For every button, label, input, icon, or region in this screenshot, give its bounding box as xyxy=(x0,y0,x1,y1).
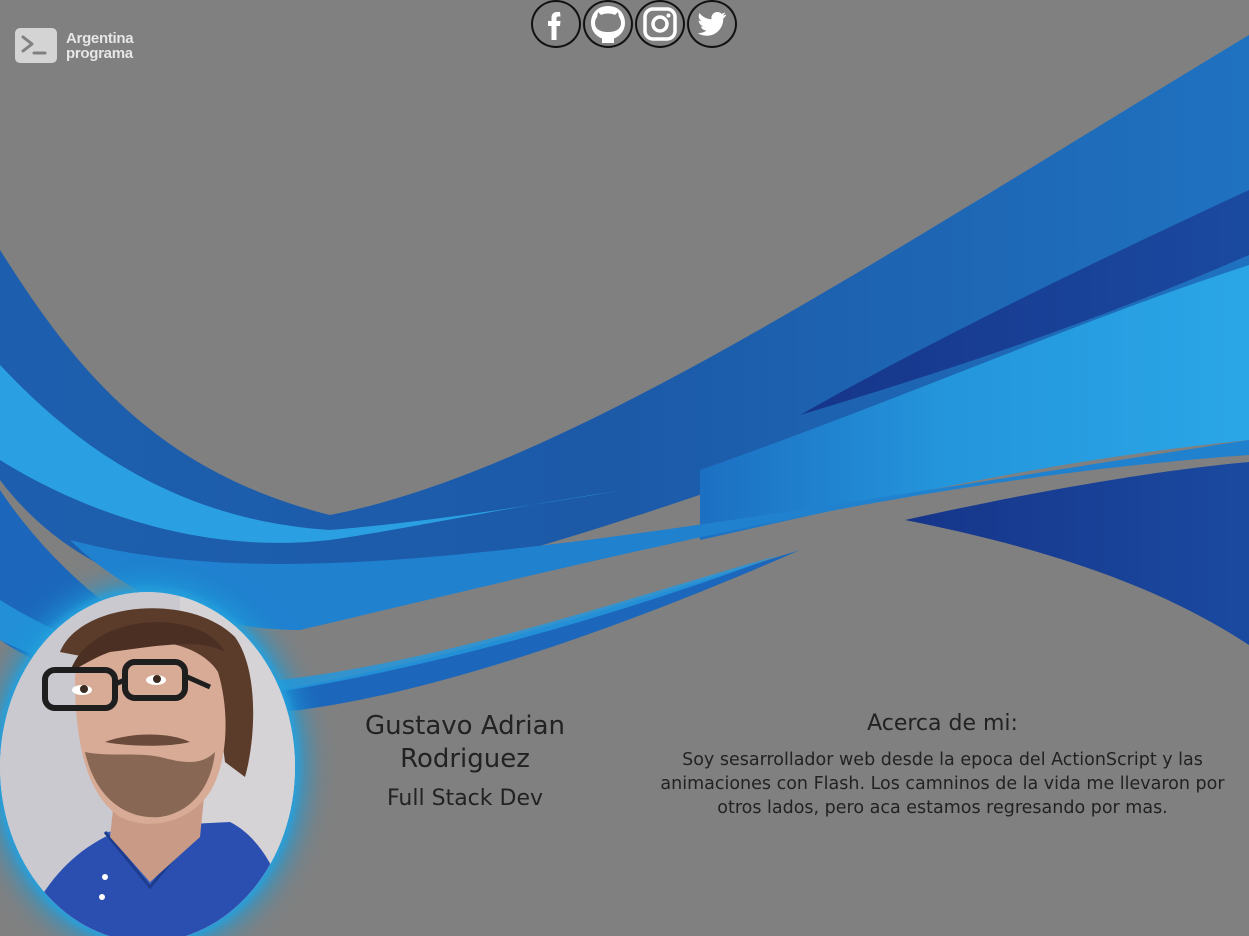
profile-name-line1: Gustavo Adrian xyxy=(364,711,565,741)
social-links xyxy=(531,0,737,48)
instagram-link[interactable] xyxy=(635,0,685,48)
about-text: Soy sesarrollador web desde la epoca del… xyxy=(660,750,1225,818)
facebook-icon xyxy=(548,12,561,40)
twitter-icon xyxy=(697,12,726,36)
github-icon xyxy=(591,6,625,43)
argentina-programa-logo[interactable]: Argentina programa xyxy=(15,28,134,63)
logo-text: Argentina programa xyxy=(66,29,134,62)
profile-role: Full Stack Dev xyxy=(386,786,543,811)
person-portrait xyxy=(0,592,295,936)
profile-name-line2: Rodriguez xyxy=(400,744,530,774)
terminal-icon xyxy=(15,28,57,63)
about-title: Acerca de mi: xyxy=(867,711,1018,736)
github-link[interactable] xyxy=(583,0,633,48)
facebook-link[interactable] xyxy=(531,0,581,48)
page: Argentina programa Gustavo Adrian Rodrig… xyxy=(0,0,1249,936)
instagram-icon xyxy=(643,7,677,41)
profile-photo xyxy=(0,592,295,936)
profile-name: Gustavo Adrian Rodriguez xyxy=(340,710,590,776)
twitter-link[interactable] xyxy=(687,0,737,48)
